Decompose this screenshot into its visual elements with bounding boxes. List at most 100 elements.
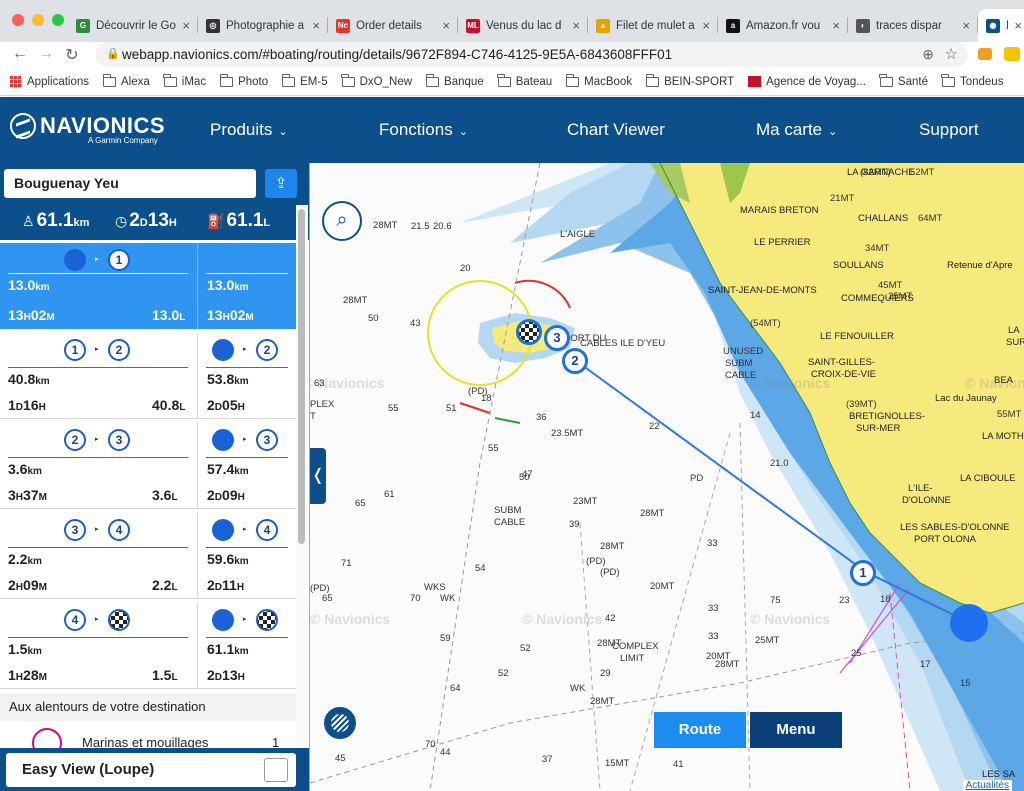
start-position-marker[interactable] [950,604,988,642]
map-search-button[interactable]: ⌕ [322,201,362,241]
panel-scrollbar[interactable] [296,205,308,748]
depth-sounding: 61 [384,489,395,500]
leg-distance-value: 2.2 [8,551,28,567]
bookmark-label: Photo [238,75,269,88]
minimize-window-button[interactable] [32,14,44,26]
bookmark-item[interactable]: DxO_New [341,73,412,88]
depth-sounding: WKS [424,582,446,593]
route-leg-row[interactable]: ▸ 1 13.0km 13H02M 13.0L 13.0km 13H02M [0,243,296,329]
menu-ma-carte[interactable]: Ma carte ⌄ [756,120,837,140]
bookmark-item[interactable]: Banque [425,73,484,88]
close-icon[interactable]: × [702,18,710,33]
browser-tab[interactable]: ◉ Na × [978,9,1024,42]
share-button[interactable]: ⇪ [265,169,297,198]
browser-tab[interactable]: ◎ Photographie a × [198,9,328,42]
menu-support[interactable]: Support [919,120,979,140]
leg-distance-value: 1.5 [8,641,28,657]
close-icon[interactable]: × [442,18,450,33]
bookmark-item[interactable]: Photo [219,73,269,88]
browser-tab[interactable]: G Découvrir le Go × [68,9,198,42]
site-favicon-icon [748,76,762,87]
bookmark-item[interactable]: Applications [10,75,89,88]
bookmark-item[interactable]: BEIN-SPORT [645,73,734,88]
bookmark-label: MacBook [584,75,633,88]
leg-fuel: 40.8L [152,397,185,413]
easy-view-toggle[interactable]: Easy View (Loupe) [6,753,296,787]
forward-icon[interactable]: → [36,45,56,63]
close-icon[interactable]: × [182,18,190,33]
route-leg-row[interactable]: 1 ▸ 2 40.8km 1D16H 40.8L ▸ 2 53.8km 2D05H [0,333,296,419]
bookmark-item[interactable]: EM-5 [281,73,328,88]
depth-sounding: 33 [707,538,718,549]
cumulative-distance-unit: km [234,466,249,477]
marina-list-item[interactable]: Marinas et mouillages 1 [0,721,296,758]
route-leg-row[interactable]: 2 ▸ 3 3.6km 3H37M 3.6L ▸ 3 57.4km 2D09H [0,423,296,509]
depth-sounding: 41 [673,759,684,770]
address-bar[interactable]: 🔒 webapp.navionics.com/#boating/routing/… [96,42,968,67]
navionics-logo[interactable]: NAVIONICS A Garmin Company [10,113,165,145]
arrow-right-icon: ▸ [95,616,99,623]
updates-link[interactable]: Actualités [962,780,1012,791]
menu-fonctions[interactable]: Fonctions ⌄ [379,120,468,140]
map-waypoint-1[interactable]: 1 [850,560,876,586]
folder-icon [341,73,355,87]
start-waypoint-icon [212,429,234,451]
bookmark-item[interactable]: Agence de Voyag... [748,76,866,88]
close-icon[interactable]: × [312,18,320,33]
map-waypoint-2[interactable]: 2 [562,348,588,374]
menu-produits-label: Produits [210,120,273,139]
map-waypoint-3[interactable]: 3 [544,325,570,351]
zoom-icon[interactable]: ⊕ [922,42,934,67]
menu-produits[interactable]: Produits ⌄ [210,120,288,140]
bookmark-item[interactable]: MacBook [565,73,633,88]
route-button[interactable]: Route [654,712,746,748]
leg-time-a-unit: D [15,402,24,413]
browser-tab[interactable]: a Amazon.fr vou × [718,9,848,42]
menu-button[interactable]: Menu [750,712,842,748]
arrow-right-icon: ▸ [95,256,99,263]
close-icon[interactable]: × [832,18,840,33]
close-icon[interactable]: × [962,18,970,33]
chevron-down-icon: ⌄ [458,126,468,138]
nautical-chart[interactable]: © Navionics © Navionics © Navionics © Na… [310,163,1024,791]
apps-grid-icon [10,75,22,88]
browser-tab[interactable]: ▲ Filet de mulet a × [588,9,718,42]
bookmark-label: Banque [444,75,484,88]
bookmark-item[interactable]: Bateau [497,73,552,88]
close-window-button[interactable] [12,14,24,26]
scrollbar-thumb[interactable] [298,209,305,544]
route-name-field[interactable]: Bouguenay Yeu [4,169,256,198]
browser-tab[interactable]: Nc Order details × [328,9,458,42]
route-leg-row[interactable]: 3 ▸ 4 2.2km 2H09M 2.2L ▸ 4 59.6km 2D11H [0,513,296,599]
leg-time-b-unit: M [46,312,55,323]
browser-tab[interactable]: ML Venus du lac d × [458,9,588,42]
leg-time-b: 37 [23,487,39,503]
close-icon[interactable]: × [572,18,580,33]
depth-sounding: 50 [368,313,379,324]
depth-sounding: 23.5MT [551,428,584,439]
maximize-window-button[interactable] [52,14,64,26]
bookmark-star-icon[interactable]: ☆ [945,42,958,67]
leg-fuel: 2.2L [152,577,178,593]
map-layers-button[interactable] [322,705,358,741]
place-label: L'ILE- [908,483,933,494]
extension-icon[interactable] [978,48,992,60]
depth-sounding: 25 [851,648,862,659]
back-icon[interactable]: ← [10,45,30,63]
reload-icon[interactable]: ↻ [62,45,82,65]
folder-icon [219,73,234,87]
map-waypoint-finish[interactable] [516,319,542,345]
bookmark-item[interactable]: Santé [879,73,928,88]
place-label: LES SABLES-D'OLONNE [900,522,1010,533]
bookmark-item[interactable]: iMac [163,73,206,88]
extension-icon[interactable] [1004,47,1020,61]
bookmark-item[interactable]: Alexa [102,73,150,88]
easy-view-checkbox[interactable] [264,758,288,782]
browser-tab[interactable]: ◐ traces dispar × [848,9,978,42]
bookmark-item[interactable]: Tondeus [941,73,1003,88]
depth-sounding: WK [570,683,586,694]
menu-chart-viewer[interactable]: Chart Viewer [567,120,665,140]
close-icon[interactable]: × [1014,18,1022,33]
route-leg-row[interactable]: 4 ▸ 1.5km 1H28M 1.5L ▸ 61.1km 2D13H [0,603,296,689]
collapse-panel-button[interactable]: ❬ [310,448,326,504]
